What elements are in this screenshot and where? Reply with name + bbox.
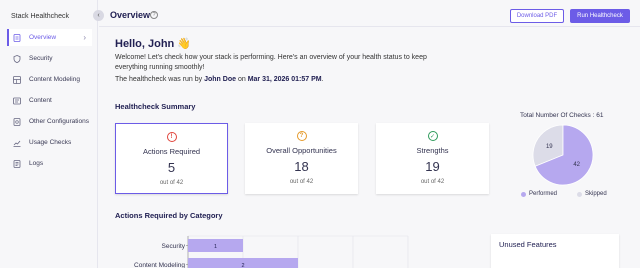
category-tick-label: Content Modeling [134,262,185,268]
overview-icon [13,33,21,42]
card-label: Strengths [416,146,449,155]
chart-icon [13,139,21,147]
sidebar-item-other-configurations[interactable]: Other Configurations [7,113,92,130]
card-sub: out of 42 [159,180,184,186]
page-title: Overview [110,10,151,20]
sidebar-item-label: Overview [29,34,57,41]
pie-value-label: 19 [546,144,553,150]
sidebar-item-usage-checks[interactable]: Usage Checks [7,134,92,151]
card-strengths[interactable]: ✓ Strengths 19 out of 42 [376,123,489,194]
help-icon[interactable]: ? [150,11,158,19]
collapse-sidebar-button[interactable]: ‹ [93,10,104,21]
unused-features-title: Unused Features [499,240,557,249]
card-sub: out of 42 [420,179,445,185]
run-mid: on [236,76,248,83]
chevron-left-icon: ‹ [97,12,100,19]
actions-by-category-chart: 1 Security 2 Content Modeling [134,235,409,268]
card-label: Overall Opportunities [266,146,337,155]
bar-value-label: 1 [214,244,217,250]
legend-performed: Performed [521,191,557,197]
unused-features-card: Unused Features [491,234,619,268]
legend-skipped: Skipped [577,191,607,197]
welcome-text: Welcome! Let's check how your stack is p… [115,54,427,71]
greeting: Hello, John 👋 [115,38,192,50]
sidebar-item-logs[interactable]: Logs [7,155,92,172]
bar-value-label: 2 [241,263,244,268]
logs-icon [13,159,21,168]
actions-by-category-title: Actions Required by Category [115,211,223,220]
sidebar-item-label: Security [29,55,53,62]
card-value: 19 [425,159,440,174]
sidebar-item-content-modeling[interactable]: Content Modeling [7,71,92,88]
card-value: 5 [167,160,176,175]
sidebar-item-overview[interactable]: Overview › [7,29,92,46]
config-icon [13,117,21,126]
legend-label: Performed [529,191,558,197]
run-info: The healthcheck was run by John Doe on M… [115,76,324,83]
legend-label: Skipped [585,191,607,197]
summary-title: Healthcheck Summary [115,102,196,111]
legend-swatch [577,191,582,197]
pie-value-label: 42 [573,162,580,168]
run-suffix: . [321,76,324,83]
app-title: Stack Healthcheck [11,13,69,20]
run-user: John Doe [204,76,236,83]
chevron-right-icon: › [83,33,86,42]
legend-swatch [521,191,526,197]
card-sub: out of 42 [289,179,314,185]
card-overall-opportunities[interactable]: ? Overall Opportunities 18 out of 42 [245,123,358,194]
card-label: Actions Required [142,147,201,156]
sidebar-item-security[interactable]: Security [7,50,92,67]
shield-icon [13,54,21,63]
category-tick-label: Security [162,243,186,250]
sidebar-item-label: Content [29,97,52,104]
run-healthcheck-button[interactable]: Run Healthcheck [570,9,630,23]
sidebar-item-label: Logs [29,160,44,167]
card-value: 18 [294,159,309,174]
alert-icon: ! [166,132,177,142]
run-prefix: The healthcheck was run by [115,76,205,83]
sidebar-item-label: Usage Checks [29,139,72,146]
pie-title: Total Number Of Checks : 61 [520,112,604,119]
sidebar-item-content[interactable]: Content [7,92,92,109]
run-date: Mar 31, 2026 01:57 PM [247,76,322,83]
total-checks-pie: 1942 [532,124,594,186]
content-model-icon [13,75,21,84]
download-pdf-button[interactable]: Download PDF [510,9,564,23]
card-actions-required[interactable]: ! Actions Required 5 out of 42 [115,123,228,194]
sidebar-item-label: Other Configurations [29,118,89,125]
check-icon: ✓ [427,131,438,141]
content-icon [13,97,21,105]
sidebar-item-label: Content Modeling [29,76,80,83]
question-icon: ? [296,131,307,141]
